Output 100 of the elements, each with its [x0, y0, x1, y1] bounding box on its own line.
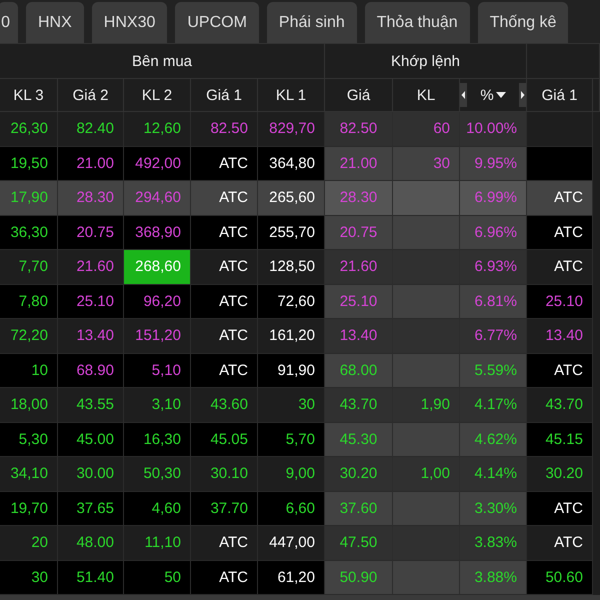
cell-value: 37.70: [210, 500, 248, 517]
cell-value: 13.40: [545, 327, 583, 344]
market-tab[interactable]: UPCOM: [175, 2, 259, 43]
cell-value: 447,00: [269, 534, 315, 552]
cell-value: 25.10: [76, 292, 114, 310]
table-row[interactable]: 36,30 20.75 368,90 ATC 255,70 20.75 6.96% ATC: [0, 216, 600, 250]
cell-value: 9.95%: [474, 154, 517, 172]
cell-value: 6.99%: [474, 189, 517, 206]
market-tab[interactable]: HNX: [26, 2, 84, 43]
cell-value: 6.96%: [474, 224, 517, 241]
cell-value: 43.55: [76, 396, 114, 414]
market-tab[interactable]: Thống kê: [478, 2, 568, 43]
cell-value: 12,60: [143, 120, 181, 138]
table-row[interactable]: 19,70 37.65 4,60 37.70 6,60 37.60 3.30% ATC: [0, 492, 600, 526]
cell-value: 10: [31, 362, 48, 379]
cell-value: 6.77%: [474, 327, 517, 344]
cell-value: 17,90: [10, 189, 48, 206]
cell-value: 3.30%: [474, 500, 517, 517]
cell-value: 829,70: [269, 120, 315, 138]
table-row[interactable]: 7,70 21.60 268,60 ATC 128,50 21.60 6.93% ATC: [0, 250, 600, 284]
cell-value: 19,50: [10, 154, 48, 172]
cell-value: 7,80: [18, 292, 48, 310]
cell-value: 25.10: [545, 292, 583, 310]
cell-value: ATC: [219, 568, 248, 586]
cell-value: 151,20: [135, 327, 181, 344]
cell-value: 91,90: [277, 362, 315, 379]
cell-value: 6.81%: [474, 292, 517, 310]
cell-value: 82.50: [340, 120, 378, 138]
cell-value: 72,20: [10, 327, 48, 344]
cell-value: 96,20: [143, 292, 181, 310]
cell-value: 294,60: [135, 189, 181, 206]
cell-value: 6.93%: [474, 258, 517, 276]
cell-value: 161,20: [269, 327, 315, 344]
cell-value: 1,00: [420, 465, 450, 482]
table-row[interactable]: 18,00 43.55 3,10 43.60 30 43.70 1,90 4.17% 43.70: [0, 388, 600, 422]
cell-value: 6,60: [286, 500, 315, 517]
cell-value: 72,60: [277, 292, 315, 310]
table-row[interactable]: 26,30 82.40 12,60 82.50 829,70 82.50 60 10.00%: [0, 112, 600, 146]
cell-value: 3,10: [152, 396, 181, 414]
cell-value: 50,30: [143, 465, 181, 482]
cell-value: 11,10: [144, 534, 181, 552]
column-header: Giá: [325, 79, 393, 111]
cell-value: 43.60: [210, 396, 248, 414]
cell-value: 4,60: [152, 500, 181, 517]
table-row[interactable]: 72,20 13.40 151,20 ATC 161,20 13.40 6.77% 13.40: [0, 319, 600, 354]
sort-button[interactable]: %: [478, 86, 508, 104]
cell-value: 20: [31, 534, 48, 552]
market-tab[interactable]: Thỏa thuận: [364, 2, 470, 43]
table-row[interactable]: 10 68.90 5,10 ATC 91,90 68.00 5.59% ATC: [0, 354, 600, 388]
cell-value: ATC: [554, 189, 583, 206]
cell-value: 37.60: [340, 500, 378, 517]
cell-value: 28.30: [340, 189, 378, 206]
cell-value: 30: [433, 154, 450, 172]
table-row[interactable]: 19,50 21.00 492,00 ATC 364,80 21.00 30 9.95%: [0, 146, 600, 181]
column-header: KL 1: [258, 79, 325, 111]
cell-value: 128,50: [269, 258, 315, 276]
cell-value: 5,30: [18, 430, 48, 448]
market-tab[interactable]: Phái sinh: [266, 2, 357, 43]
market-tab[interactable]: HNX30: [92, 2, 168, 43]
cell-value: 21.00: [340, 154, 378, 172]
cell-value: 45.00: [76, 430, 114, 448]
cell-value: 13.40: [340, 327, 378, 344]
cell-value: 82.50: [210, 120, 248, 138]
table-row[interactable]: 30 51.40 50 ATC 61,20 50.90 3.88% 50.60: [0, 560, 600, 595]
column-header: Giá 1: [527, 79, 593, 111]
cell-value: 20.75: [76, 224, 114, 241]
table-row[interactable]: 7,80 25.10 96,20 ATC 72,60 25.10 6.81% 25.10: [0, 284, 600, 319]
cell-value: 10.00%: [466, 120, 517, 138]
cell-value: 364,80: [269, 154, 315, 172]
cell-value: 21.60: [340, 258, 378, 276]
cell-value: 4.17%: [474, 396, 517, 414]
cell-value: 5,70: [286, 430, 315, 448]
cell-value: 82.40: [76, 120, 114, 138]
table-row[interactable]: 17,90 28.30 294,60 ATC 265,60 28.30 6.99% ATC: [0, 181, 600, 216]
cell-value: 255,70: [269, 224, 315, 241]
cell-value: 25.10: [340, 292, 378, 310]
table-row[interactable]: 20 48.00 11,10 ATC 447,00 47.50 3.83% ATC: [0, 526, 600, 560]
cell-value: 1,90: [420, 396, 450, 414]
cell-value: 26,30: [10, 120, 48, 138]
cell-value: 30.20: [545, 465, 583, 482]
cell-value: ATC: [219, 258, 248, 276]
cell-value: 50.90: [340, 568, 378, 586]
cell-value: 30.20: [340, 465, 378, 482]
cell-value: 30: [31, 568, 48, 586]
cell-value: 50: [164, 568, 181, 586]
cell-value: ATC: [554, 534, 583, 552]
cell-value: ATC: [554, 500, 583, 517]
cell-value: 43.70: [340, 396, 378, 414]
cell-value: ATC: [554, 224, 583, 241]
cell-value: ATC: [554, 362, 583, 379]
cell-value: ATC: [219, 534, 248, 552]
cell-value: 21.60: [76, 258, 114, 276]
cell-value: 28.30: [76, 189, 114, 206]
cell-value: 45.05: [210, 430, 248, 448]
table-row[interactable]: 5,30 45.00 16,30 45.05 5,70 45.30 4.62% 45.15: [0, 422, 600, 457]
market-tab[interactable]: 0: [0, 2, 18, 43]
cell-value: ATC: [219, 292, 248, 310]
table-row[interactable]: 34,10 30.00 50,30 30.10 9,00 30.20 1,00 4.14% 30.20: [0, 457, 600, 492]
cell-value: 61,20: [277, 568, 315, 586]
cell-value: 4.14%: [474, 465, 517, 482]
